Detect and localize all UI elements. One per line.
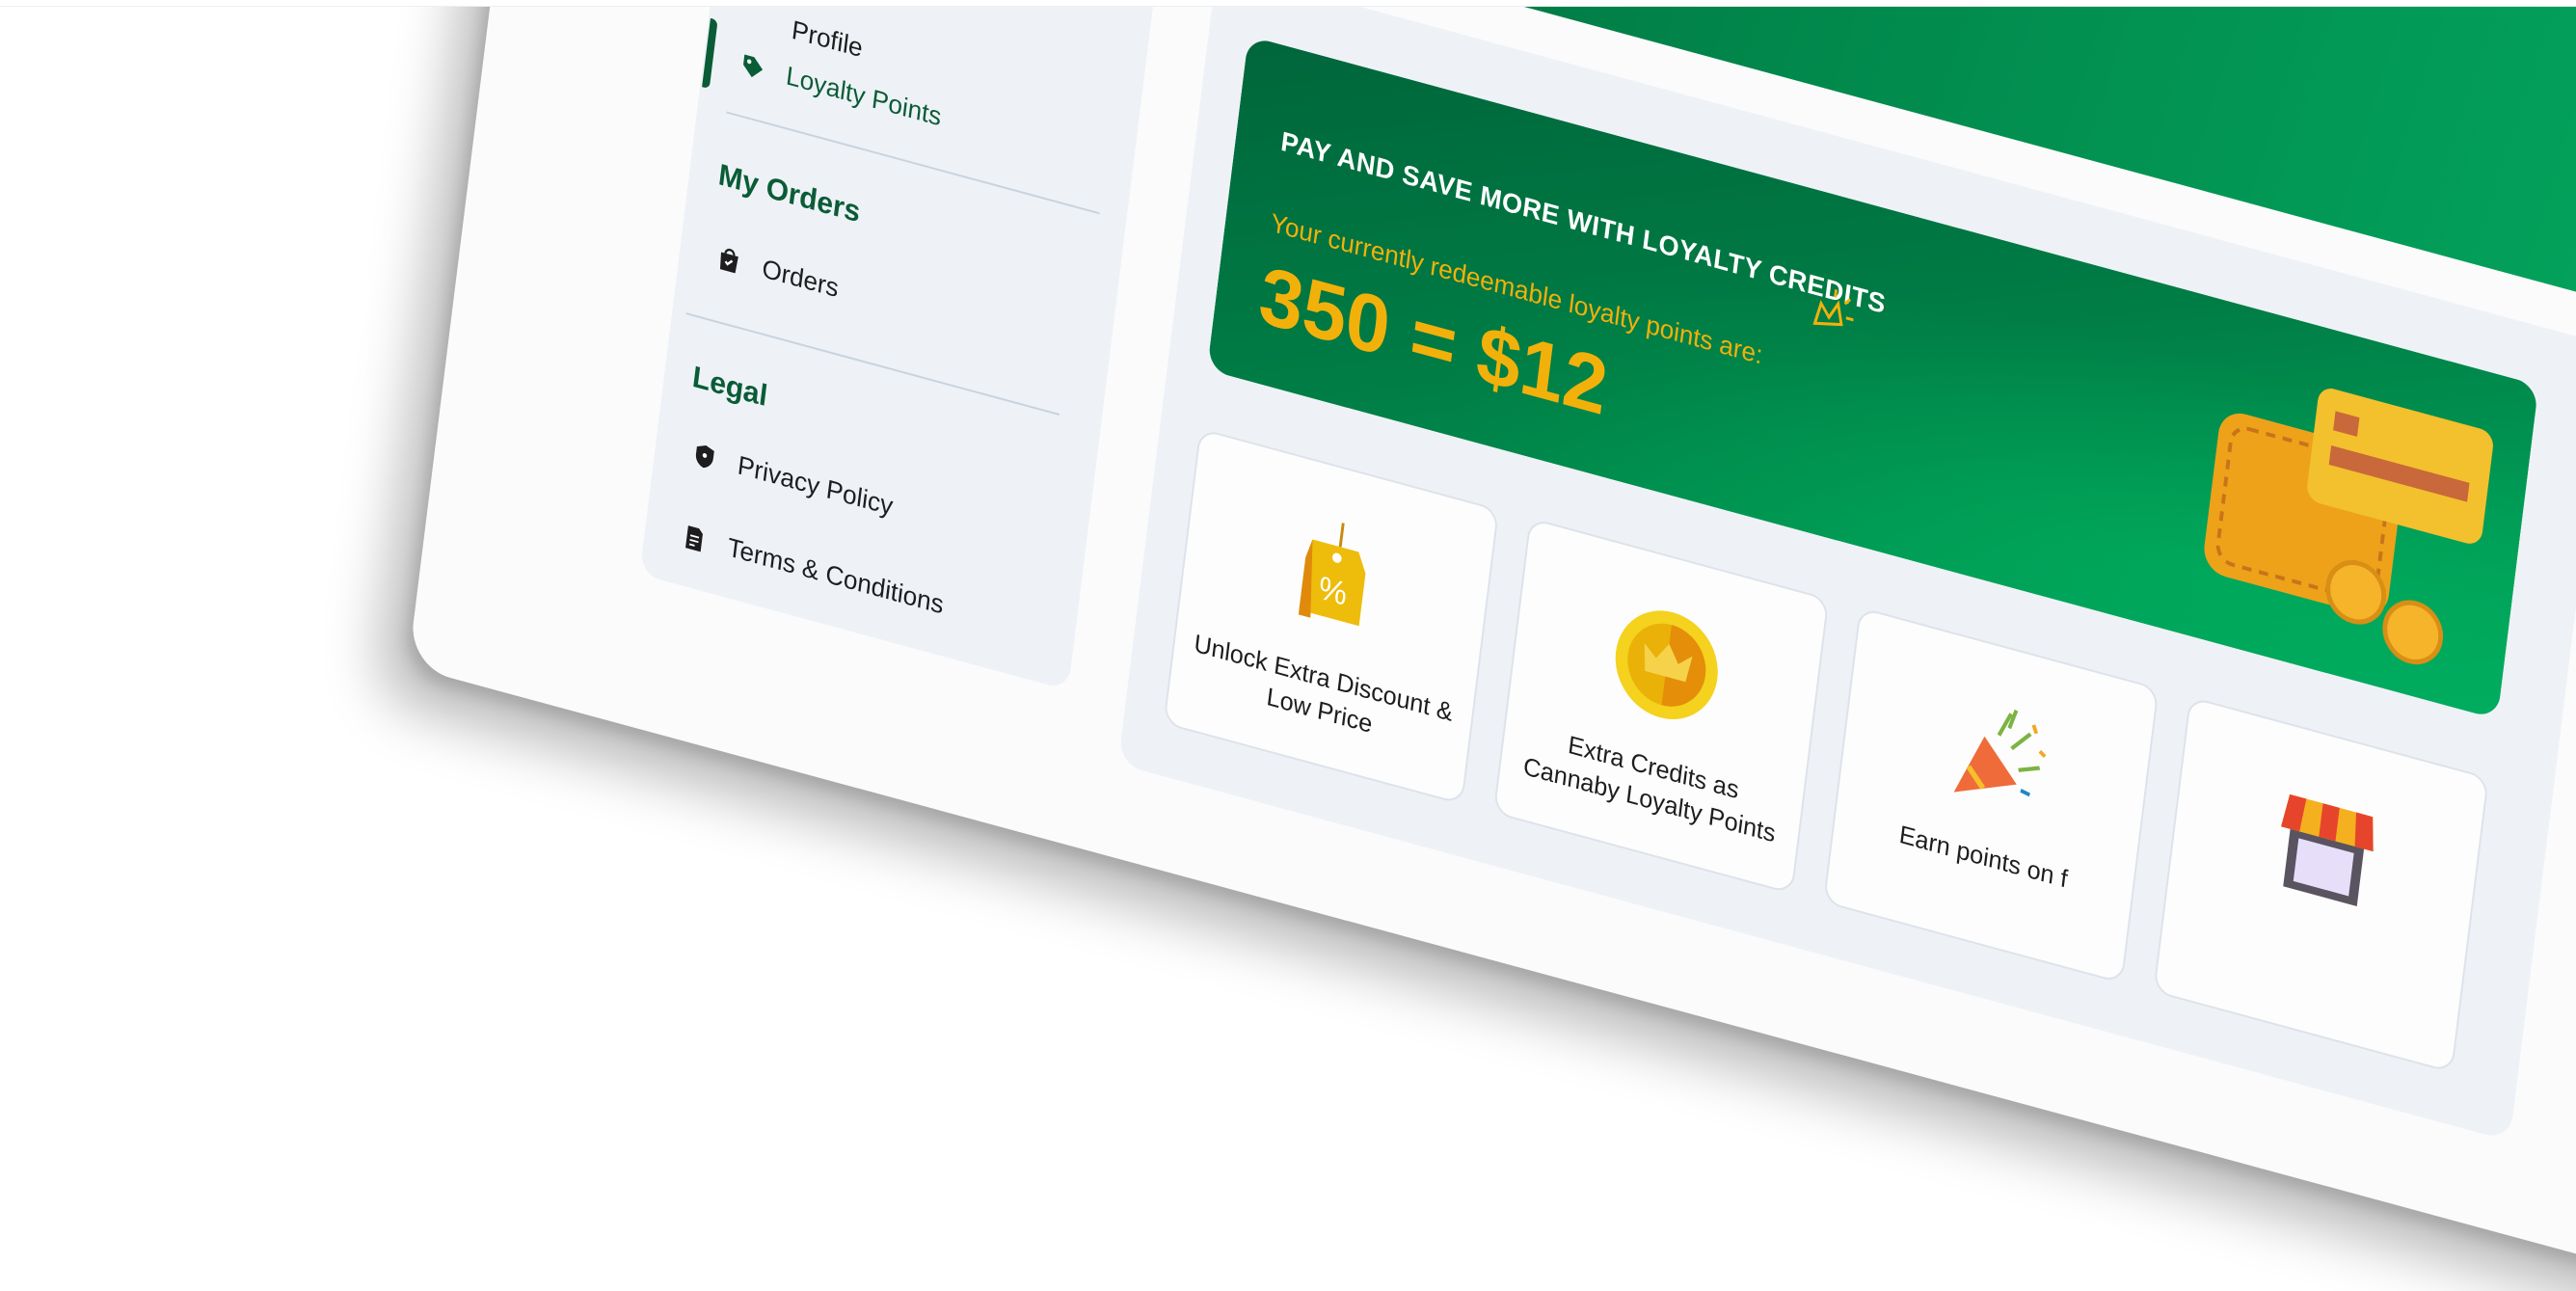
crown-coin-icon xyxy=(1615,610,1718,719)
discount-tag-icon: % xyxy=(1298,523,1365,627)
svg-text:%: % xyxy=(1316,569,1349,613)
card-label: Unlock Extra Discount & Low Price xyxy=(1193,628,1455,740)
document-icon xyxy=(685,524,704,551)
card-label: Earn points on f xyxy=(1897,819,2070,894)
wallet-illustration-icon xyxy=(2204,389,2493,665)
tag-icon xyxy=(743,54,764,77)
shopping-bag-icon xyxy=(720,248,738,273)
shield-icon xyxy=(695,444,714,468)
card-label: Extra Credits as Cannaby Loyalty Points xyxy=(1521,729,1778,848)
shop-icon xyxy=(2280,793,2374,906)
card-label xyxy=(2186,895,2445,965)
user-icon xyxy=(744,3,773,39)
top-edge xyxy=(0,0,2576,7)
party-popper-icon xyxy=(1953,709,2046,797)
